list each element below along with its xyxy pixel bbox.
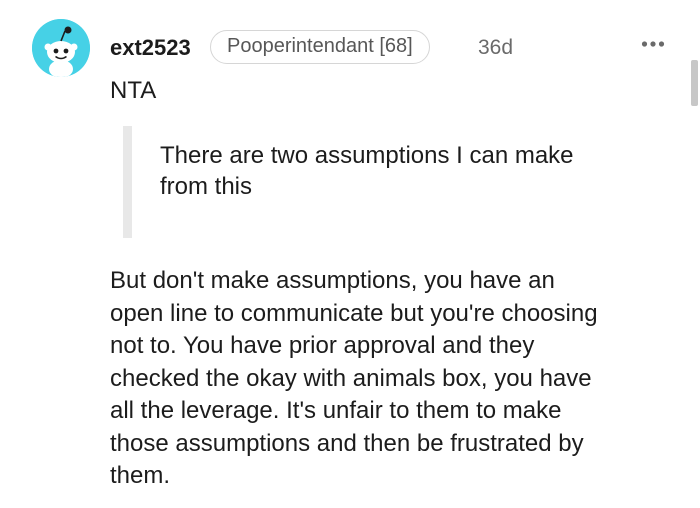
blockquote-text: There are two assumptions I can make fro… bbox=[160, 140, 680, 202]
body-line: those assumptions and then be frustrated… bbox=[110, 429, 584, 457]
user-flair: Pooperintendant [68] bbox=[210, 30, 430, 64]
quote-line: from this bbox=[160, 173, 253, 200]
body-line: checked the okay with animals box, you h… bbox=[110, 364, 592, 392]
more-options-icon[interactable] bbox=[641, 39, 665, 49]
body-line: all the leverage. It's unfair to them to… bbox=[110, 397, 562, 424]
username-link[interactable]: ext2523 bbox=[110, 34, 191, 62]
comment-body: But don't make assumptions, you have an … bbox=[110, 265, 690, 493]
comment-age: 36d bbox=[478, 36, 514, 59]
comment-verdict: NTA bbox=[110, 77, 157, 104]
body-line: But don't make assumptions, you have an bbox=[110, 267, 555, 294]
quote-line: There are two assumptions I can make bbox=[160, 142, 574, 169]
scrollbar-thumb[interactable] bbox=[691, 60, 698, 106]
body-line: them. bbox=[110, 462, 171, 489]
body-line: not to. You have prior approval and they bbox=[110, 332, 535, 359]
blockquote-bar bbox=[123, 126, 132, 238]
snoo-icon bbox=[32, 19, 90, 77]
body-line: open line to communicate but you're choo… bbox=[110, 299, 598, 327]
user-avatar[interactable] bbox=[32, 19, 90, 77]
